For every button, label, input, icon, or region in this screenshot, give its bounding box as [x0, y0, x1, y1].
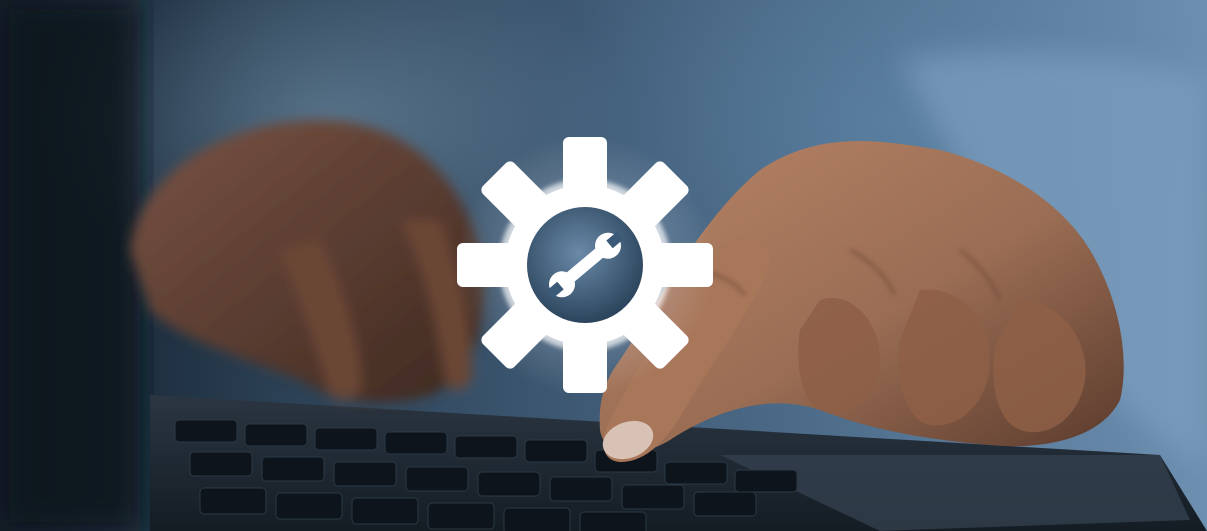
left-hand — [130, 120, 485, 403]
laptop-screen-edge — [0, 0, 140, 531]
photo-scene — [0, 0, 1207, 531]
gear-wrench-icon — [455, 135, 715, 395]
photo — [0, 0, 1207, 531]
